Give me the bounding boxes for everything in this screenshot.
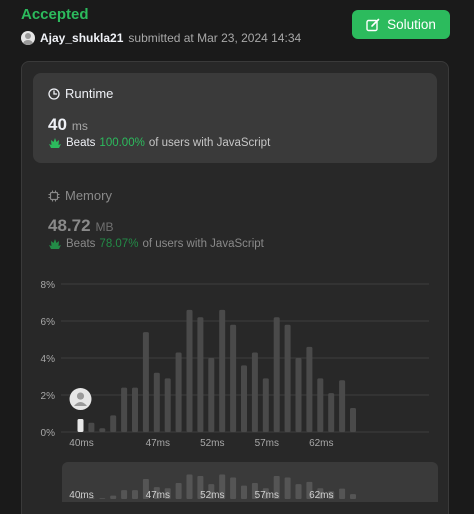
range-selector-tick-label: 57ms: [255, 490, 279, 501]
runtime-value: 40: [48, 115, 67, 134]
runtime-distribution-chart[interactable]: 0% 2% 4% 6% 8% 40ms 47ms 52ms 57ms 62ms: [21, 270, 441, 455]
chart-bar[interactable]: [262, 378, 269, 432]
runtime-card[interactable]: Runtime 40 ms Beats 100.00% of users with…: [33, 73, 437, 163]
chart-bar[interactable]: [350, 407, 356, 432]
x-tick-label: 40ms: [69, 438, 93, 449]
chip-icon: [48, 190, 60, 202]
x-tick-label: 57ms: [255, 438, 279, 449]
range-selector-bar: [99, 498, 106, 499]
runtime-title: Runtime: [65, 86, 114, 101]
memory-value-row: 48.72 MB: [48, 216, 114, 236]
range-selector-bar: [121, 490, 128, 499]
flame-icon: [48, 238, 62, 250]
chart-bar[interactable]: [219, 309, 226, 432]
chart-bar[interactable]: [175, 352, 182, 432]
runtime-beats-pct: 100.00%: [99, 137, 145, 149]
range-selector-tick-label: 40ms: [69, 490, 93, 501]
x-tick-label: 62ms: [309, 438, 333, 449]
runtime-unit: ms: [71, 119, 88, 133]
runtime-beats: Beats 100.00% of users with JavaScript: [48, 137, 270, 149]
user-avatar[interactable]: [21, 31, 35, 45]
runtime-beats-label: Beats: [66, 137, 96, 149]
range-selector-tick-label: 47ms: [146, 490, 170, 501]
chart-range-selector[interactable]: 40ms 47ms 52ms 57ms 62ms: [62, 462, 438, 502]
memory-title: Memory: [65, 188, 112, 203]
memory-beats: Beats 78.07% of users with JavaScript: [48, 238, 264, 250]
clock-icon: [48, 87, 60, 100]
submission-info: Ajay_shukla21 submitted at Mar 23, 2024 …: [21, 30, 301, 46]
submission-header: Accepted Ajay_shukla21 submitted at Mar …: [0, 0, 474, 56]
user-avatar-marker: [69, 388, 92, 411]
chart-bar[interactable]: [142, 332, 149, 432]
range-selector-bar: [339, 488, 346, 499]
range-selector-bar: [132, 490, 138, 499]
x-tick-label: 52ms: [200, 438, 224, 449]
chart-bar[interactable]: [208, 358, 215, 432]
chart-bar[interactable]: [186, 309, 193, 432]
chart-bar[interactable]: [339, 380, 346, 432]
chart-bar[interactable]: [164, 378, 171, 432]
memory-header: Memory: [48, 188, 112, 203]
chart-bar[interactable]: [197, 317, 204, 432]
range-selector-bar: [241, 485, 247, 499]
username-link[interactable]: Ajay_shukla21: [40, 31, 123, 45]
range-selector-chart[interactable]: 40ms 47ms 52ms 57ms 62ms: [62, 462, 438, 502]
range-selector-bar: [175, 483, 182, 499]
chart-bar[interactable]: [88, 422, 95, 432]
chart-bar[interactable]: [306, 346, 313, 432]
x-tick-label: 47ms: [146, 438, 170, 449]
memory-beats-suffix: of users with JavaScript: [142, 238, 264, 250]
range-selector-tick-label: 52ms: [200, 490, 224, 501]
chart-bar[interactable]: [230, 324, 237, 432]
chart-bar[interactable]: [273, 317, 280, 432]
status-label: Accepted: [21, 6, 89, 23]
chart-bar[interactable]: [99, 428, 106, 432]
chart-bar[interactable]: [295, 358, 302, 432]
range-selector-bar: [230, 477, 237, 499]
solution-button[interactable]: Solution: [352, 10, 450, 39]
memory-value: 48.72: [48, 216, 91, 235]
solution-button-label: Solution: [387, 17, 436, 32]
chart-bar[interactable]: [328, 393, 335, 432]
submitted-time: submitted at Mar 23, 2024 14:34: [128, 31, 302, 45]
range-selector-bar: [295, 484, 302, 499]
memory-unit: MB: [95, 220, 114, 234]
chart-bar[interactable]: [132, 387, 138, 432]
range-selector-bar: [110, 495, 117, 499]
range-selector-bar: [284, 477, 291, 499]
chart-bar[interactable]: [251, 352, 258, 432]
y-tick-label: 6%: [41, 317, 56, 328]
y-tick-label: 8%: [41, 280, 56, 291]
y-tick-label: 2%: [41, 391, 56, 402]
range-selector-bar: [350, 494, 356, 499]
chart-bar[interactable]: [241, 365, 247, 432]
range-selector-tick-label: 62ms: [309, 490, 333, 501]
runtime-beats-suffix: of users with JavaScript: [148, 137, 271, 149]
edit-icon: [366, 18, 380, 32]
flame-icon: [48, 137, 62, 149]
chart-bar-highlighted[interactable]: [77, 419, 84, 432]
memory-card[interactable]: Memory 48.72 MB Beats 78.07% of users wit…: [33, 175, 437, 255]
chart-bar[interactable]: [110, 415, 117, 432]
runtime-value-row: 40 ms: [48, 115, 88, 135]
memory-beats-pct: 78.07%: [99, 238, 139, 250]
runtime-header: Runtime: [48, 86, 113, 101]
chart-bar[interactable]: [284, 324, 291, 432]
range-selector-bar: [186, 474, 193, 499]
chart-bar[interactable]: [153, 372, 160, 432]
y-tick-label: 0%: [41, 428, 56, 439]
chart-bar[interactable]: [317, 378, 324, 432]
y-tick-label: 4%: [41, 354, 56, 365]
memory-beats-label: Beats: [66, 238, 96, 250]
chart-bar[interactable]: [121, 387, 128, 432]
